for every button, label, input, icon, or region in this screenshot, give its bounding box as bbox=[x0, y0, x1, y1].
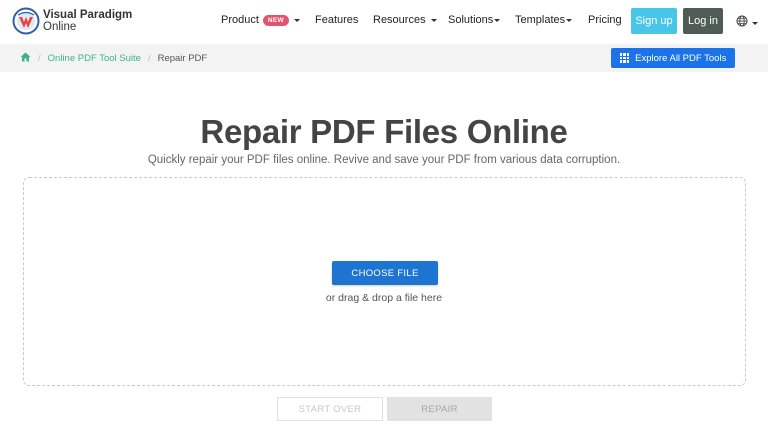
choose-file-button[interactable]: CHOOSE FILE bbox=[332, 261, 438, 285]
chevron-down-icon bbox=[752, 21, 758, 25]
nav-pricing-label: Pricing bbox=[588, 14, 622, 26]
explore-label: Explore All PDF Tools bbox=[635, 52, 727, 64]
brand-logo[interactable]: Visual Paradigm Online bbox=[12, 7, 132, 35]
nav-resources[interactable]: Resources bbox=[373, 14, 437, 26]
breadcrumb-separator: / bbox=[38, 53, 41, 64]
nav-resources-label: Resources bbox=[373, 14, 426, 26]
breadcrumb-pdf-tool-suite[interactable]: Online PDF Tool Suite bbox=[48, 53, 141, 64]
nav-product[interactable]: Product NEW bbox=[221, 14, 300, 26]
nav-product-label: Product bbox=[221, 14, 259, 26]
top-navbar: Visual Paradigm Online Product NEW Featu… bbox=[0, 0, 768, 44]
nav-solutions[interactable]: Solutions bbox=[448, 14, 501, 26]
breadcrumb: / Online PDF Tool Suite / Repair PDF bbox=[20, 52, 207, 65]
nav-features[interactable]: Features bbox=[315, 14, 358, 26]
nav-pricing[interactable]: Pricing bbox=[588, 14, 622, 26]
login-button[interactable]: Log in bbox=[683, 8, 723, 34]
drag-drop-hint: or drag & drop a file here bbox=[325, 292, 443, 304]
language-selector[interactable] bbox=[736, 14, 758, 32]
page-subtitle: Quickly repair your PDF files online. Re… bbox=[147, 154, 621, 166]
signup-button[interactable]: Sign up bbox=[631, 8, 677, 34]
explore-all-pdf-tools-button[interactable]: Explore All PDF Tools bbox=[611, 48, 735, 68]
chevron-down-icon bbox=[566, 18, 573, 22]
home-icon[interactable] bbox=[20, 52, 31, 65]
brand-line-2: Online bbox=[43, 21, 77, 33]
grid-icon bbox=[619, 53, 630, 63]
nav-solutions-label: Solutions bbox=[448, 14, 494, 26]
nav-templates[interactable]: Templates bbox=[515, 14, 573, 26]
visual-paradigm-logo-icon bbox=[12, 7, 40, 35]
breadcrumb-separator: / bbox=[147, 53, 151, 64]
chevron-down-icon bbox=[494, 18, 501, 22]
repair-button[interactable]: REPAIR bbox=[387, 397, 492, 421]
start-over-button[interactable]: START OVER bbox=[277, 397, 383, 421]
nav-features-label: Features bbox=[315, 14, 359, 26]
chevron-down-icon bbox=[294, 18, 300, 22]
page-title: Repair PDF Files Online bbox=[200, 113, 568, 150]
globe-icon bbox=[736, 14, 748, 32]
brand-line-1: Visual Paradigm bbox=[43, 9, 133, 21]
breadcrumb-current: Repair PDF bbox=[157, 53, 208, 64]
chevron-down-icon bbox=[430, 18, 437, 22]
brand-name: Visual Paradigm Online bbox=[43, 9, 132, 33]
nav-templates-label: Templates bbox=[515, 14, 566, 26]
new-badge: NEW bbox=[262, 14, 289, 26]
